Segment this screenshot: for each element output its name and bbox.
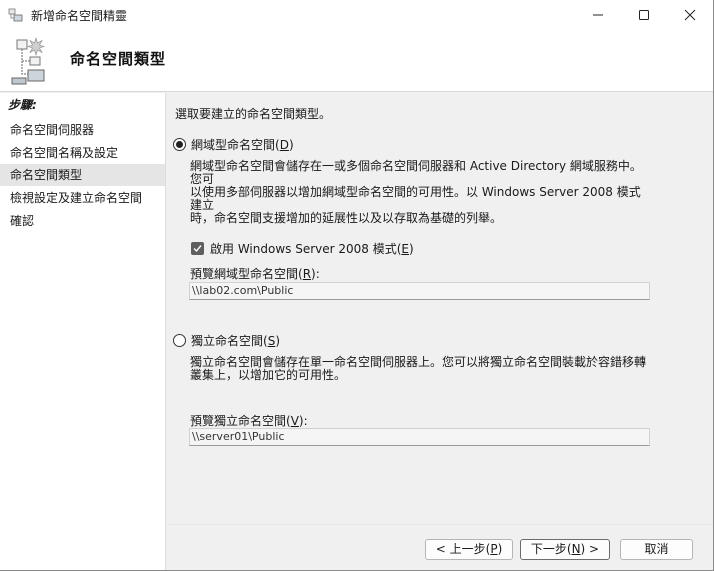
wizard-header: 命名空間類型: [0, 30, 713, 92]
wizard-window: 新增命名空間精靈 命名空間類型 步驟: 命名空間伺服器 命名空間名稱及設定 命名…: [0, 0, 714, 571]
maximize-icon: [639, 10, 649, 20]
standalone-namespace-description: 獨立命名空間會儲存在單一命名空間伺服器上。您可以將獨立命名空間裝載於容錯移轉 叢…: [190, 355, 647, 382]
standalone-preview-label: 預覽獨立命名空間(V):: [190, 414, 308, 428]
main-content: 選取要建立的命名空間類型。 網域型命名空間(D) 網域型命名空間會儲存在一或多個…: [167, 93, 713, 523]
cancel-button[interactable]: 取消: [620, 539, 693, 560]
step-review-create[interactable]: 檢視設定及建立命名空間: [0, 187, 165, 209]
button-bar: < 上一步(P) 下一步(N) > 取消: [167, 524, 713, 570]
domain-namespace-description: 網域型命名空間會儲存在一或多個命名空間伺服器和 Active Directory…: [190, 159, 642, 225]
step-namespace-name-settings[interactable]: 命名空間名稱及設定: [0, 142, 165, 164]
minimize-button[interactable]: [575, 0, 621, 30]
title-bar: 新增命名空間精靈: [0, 0, 713, 30]
windows-2008-mode-option[interactable]: 啟用 Windows Server 2008 模式(E): [191, 240, 414, 257]
namespace-wizard-icon: [8, 8, 23, 22]
close-icon: [684, 9, 696, 21]
step-namespace-server[interactable]: 命名空間伺服器: [0, 119, 165, 141]
windows-2008-mode-checkbox[interactable]: [191, 242, 204, 255]
domain-namespace-option[interactable]: 網域型命名空間(D): [173, 136, 294, 153]
domain-preview-field[interactable]: \\lab02.com\Public: [189, 282, 650, 300]
domain-preview-label: 預覽網域型命名空間(R):: [190, 267, 320, 281]
steps-pane: 步驟: 命名空間伺服器 命名空間名稱及設定 命名空間類型 檢視設定及建立命名空間…: [0, 93, 166, 570]
checkmark-icon: [193, 245, 202, 253]
domain-namespace-radio[interactable]: [173, 138, 186, 151]
maximize-button[interactable]: [621, 0, 667, 30]
next-button[interactable]: 下一步(N) >: [520, 539, 610, 560]
intro-text: 選取要建立的命名空間類型。: [175, 107, 332, 121]
window-controls: [575, 0, 713, 30]
close-button[interactable]: [667, 0, 713, 30]
minimize-icon: [593, 14, 603, 16]
step-namespace-type[interactable]: 命名空間類型: [0, 164, 165, 186]
window-title: 新增命名空間精靈: [31, 8, 128, 23]
step-confirmation[interactable]: 確認: [0, 210, 165, 232]
page-title: 命名空間類型: [70, 50, 167, 68]
standalone-namespace-label: 獨立命名空間(S): [191, 334, 280, 348]
windows-2008-mode-label: 啟用 Windows Server 2008 模式(E): [210, 242, 414, 256]
standalone-namespace-option[interactable]: 獨立命名空間(S): [173, 332, 280, 349]
radio-selected-dot: [176, 141, 183, 148]
namespace-tree-icon: [11, 36, 45, 85]
standalone-namespace-radio[interactable]: [173, 334, 186, 347]
back-button[interactable]: < 上一步(P): [425, 539, 513, 560]
domain-namespace-label: 網域型命名空間(D): [191, 138, 294, 152]
steps-title: 步驟:: [8, 98, 37, 112]
standalone-preview-field[interactable]: \\server01\Public: [189, 428, 650, 446]
